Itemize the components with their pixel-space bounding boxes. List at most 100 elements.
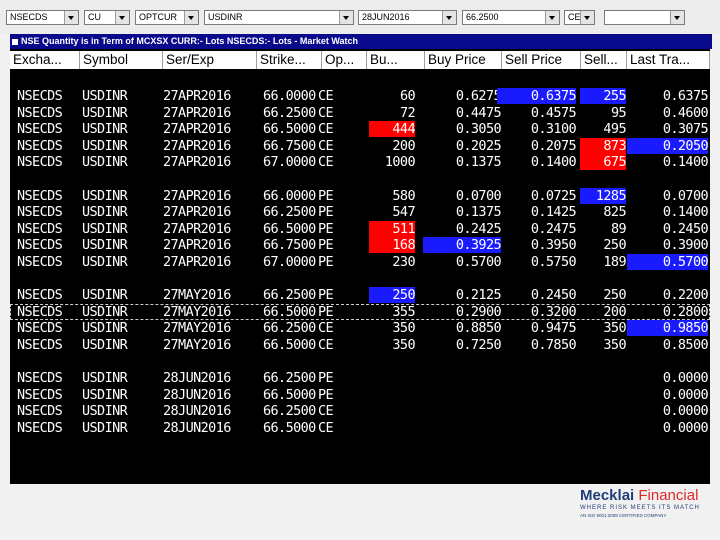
- chevron-down-icon[interactable]: [64, 11, 78, 24]
- table-row[interactable]: NSECDS USDINR 28JUN2016 66.2500 CE 0.0000: [10, 403, 710, 420]
- sell-qty-cell: 873: [580, 137, 627, 154]
- option-type-cell: CE: [318, 337, 334, 353]
- sell-price-cell: 0.0725: [530, 187, 577, 204]
- buy-qty-cell: [369, 370, 415, 386]
- exchange-cell: NSECDS: [17, 403, 63, 420]
- expiry-cell: 27APR2016: [163, 187, 231, 204]
- buy-price-cell: 0.0700: [455, 187, 502, 204]
- col-strike-header[interactable]: Strike...: [257, 51, 322, 69]
- option-type-cell: PE: [318, 287, 334, 304]
- col-buy-price-header[interactable]: Buy Price: [425, 51, 502, 69]
- table-row[interactable]: NSECDS USDINR 27MAY2016 66.5000 CE 350 0.7250 0…: [10, 337, 710, 354]
- exchange-cell: NSECDS: [17, 320, 63, 337]
- sell-qty-cell: [580, 387, 626, 403]
- table-row[interactable]: NSECDS USDINR 27APR2016 66.0000 PE 580 0.0700 0…: [10, 187, 710, 205]
- sell-qty-cell: 495: [603, 121, 626, 138]
- ltp-cell: 0.3900: [662, 237, 709, 254]
- sell-price-cell: [497, 403, 576, 419]
- exchange-dropdown[interactable]: NSECDS: [6, 10, 79, 25]
- option-type-dropdown[interactable]: CE: [564, 10, 595, 25]
- blank-row: [10, 171, 710, 188]
- col-sell-qty-header[interactable]: Sell...: [581, 51, 627, 69]
- table-row[interactable]: NSECDS USDINR 27MAY2016 66.2500 CE 350 0.8850 0…: [10, 320, 710, 337]
- expiry-cell: 27APR2016: [163, 88, 231, 104]
- col-option-header[interactable]: Op...: [322, 51, 367, 69]
- instrument-class-dropdown[interactable]: CU: [84, 10, 130, 25]
- chevron-down-icon[interactable]: [442, 11, 456, 24]
- table-row[interactable]: NSECDS USDINR 27APR2016 66.5000 PE 511 0.2425 0…: [10, 220, 710, 238]
- option-type-cell: PE: [318, 237, 334, 254]
- table-row[interactable]: NSECDS USDINR 27APR2016 67.0000 PE 230 0.5700 0…: [10, 254, 710, 271]
- extra-dropdown[interactable]: [604, 10, 685, 25]
- buy-price-cell: 0.4475: [455, 104, 502, 121]
- buy-qty-cell: 444: [369, 121, 416, 138]
- table-row[interactable]: NSECDS USDINR 27APR2016 66.0000 CE 60 0.6275 0.…: [10, 88, 710, 105]
- table-row[interactable]: NSECDS USDINR 28JUN2016 66.5000 CE 0.0000: [10, 420, 710, 437]
- table-row[interactable]: NSECDS USDINR 27APR2016 66.2500 CE 72 0.4475 0.…: [10, 105, 710, 122]
- symbol-cell: USDINR: [82, 254, 128, 270]
- col-expiry-header[interactable]: Ser/Exp: [163, 51, 257, 69]
- table-row[interactable]: NSECDS USDINR 28JUN2016 66.5000 PE 0.0000: [10, 387, 710, 404]
- option-type-cell: CE: [318, 154, 334, 171]
- symbol-cell: USDINR: [82, 420, 128, 436]
- expiry-cell: 28JUN2016: [163, 370, 231, 387]
- col-symbol-header[interactable]: Symbol: [80, 51, 163, 69]
- ltp-cell: 0.0000: [662, 386, 709, 403]
- col-buy-qty-header[interactable]: Bu...: [367, 51, 425, 69]
- table-row[interactable]: NSECDS USDINR 27MAY2016 66.5000 PE 355 0.2900 0…: [10, 303, 710, 321]
- sell-price-cell: [497, 387, 576, 403]
- logo-tagline: WHERE RISK MEETS ITS MATCH: [580, 505, 700, 511]
- instrument-class-value: CU: [88, 12, 101, 22]
- buy-qty-cell: 250: [369, 287, 416, 304]
- col-ltp-header[interactable]: Last Tra...: [627, 51, 710, 69]
- table-row[interactable]: NSECDS USDINR 27APR2016 66.7500 CE 200 0.2025 0…: [10, 137, 710, 155]
- symbol-cell: USDINR: [82, 187, 128, 204]
- sell-qty-cell: 1285: [580, 187, 627, 204]
- symbol-dropdown[interactable]: USDINR: [204, 10, 354, 25]
- chevron-down-icon[interactable]: [115, 11, 129, 24]
- logo-brand: Mecklai Financial: [580, 487, 710, 504]
- expiry-cell: 27APR2016: [163, 237, 231, 254]
- chevron-down-icon[interactable]: [670, 11, 684, 24]
- window-titlebar[interactable]: NSE Quantity is in Term of MCXSX CURR:- …: [10, 34, 712, 49]
- exchange-cell: NSECDS: [17, 220, 63, 237]
- chevron-down-icon[interactable]: [545, 11, 559, 24]
- expiry-cell: 27MAY2016: [163, 337, 231, 353]
- instrument-type-dropdown[interactable]: OPTCUR: [135, 10, 199, 25]
- ltp-cell: 0.1400: [662, 154, 709, 171]
- option-type-cell: PE: [318, 386, 334, 403]
- buy-price-cell: [423, 370, 501, 386]
- table-row[interactable]: NSECDS USDINR 27APR2016 66.5000 CE 444 0.3050 0…: [10, 121, 710, 138]
- sell-qty-cell: 200: [603, 303, 626, 320]
- exchange-cell: NSECDS: [17, 237, 63, 254]
- option-type-cell: PE: [318, 370, 334, 387]
- chevron-down-icon[interactable]: [339, 11, 353, 24]
- exchange-cell: NSECDS: [17, 370, 63, 387]
- table-row[interactable]: NSECDS USDINR 27APR2016 66.2500 PE 547 0.1375 0…: [10, 204, 710, 221]
- strike-cell: 66.2500: [263, 320, 316, 337]
- strike-dropdown[interactable]: 66.2500: [462, 10, 560, 25]
- col-exchange-header[interactable]: Excha...: [10, 51, 80, 69]
- ltp-cell: 0.1400: [662, 204, 709, 221]
- option-type-cell: PE: [318, 204, 334, 221]
- option-type-cell: PE: [318, 187, 334, 204]
- table-row[interactable]: NSECDS USDINR 28JUN2016 66.2500 PE 0.0000: [10, 370, 710, 387]
- table-row[interactable]: NSECDS USDINR 27MAY2016 66.2500 PE 250 0.2125 0…: [10, 287, 710, 304]
- strike-cell: 66.2500: [263, 287, 316, 304]
- buy-qty-cell: 168: [369, 237, 416, 254]
- sell-price-cell: 0.3950: [530, 237, 577, 254]
- expiry-cell: 27APR2016: [163, 220, 231, 237]
- strike-cell: 66.2500: [263, 403, 316, 420]
- table-row[interactable]: NSECDS USDINR 27APR2016 67.0000 CE 1000 0.1375…: [10, 154, 710, 171]
- col-sell-price-header[interactable]: Sell Price: [502, 51, 581, 69]
- company-logo: Mecklai Financial WHERE RISK MEETS ITS M…: [580, 487, 710, 537]
- exchange-cell: NSECDS: [17, 287, 63, 304]
- chevron-down-icon[interactable]: [580, 11, 594, 24]
- buy-price-cell: 0.2900: [455, 303, 502, 320]
- buy-price-cell: 0.2425: [455, 220, 502, 237]
- table-row[interactable]: NSECDS USDINR 27APR2016 66.7500 PE 168 0.3925 0…: [10, 237, 710, 254]
- expiry-dropdown[interactable]: 28JUN2016: [358, 10, 457, 25]
- strike-cell: 66.2500: [263, 204, 316, 221]
- chevron-down-icon[interactable]: [184, 11, 198, 24]
- sell-price-cell: [497, 420, 576, 436]
